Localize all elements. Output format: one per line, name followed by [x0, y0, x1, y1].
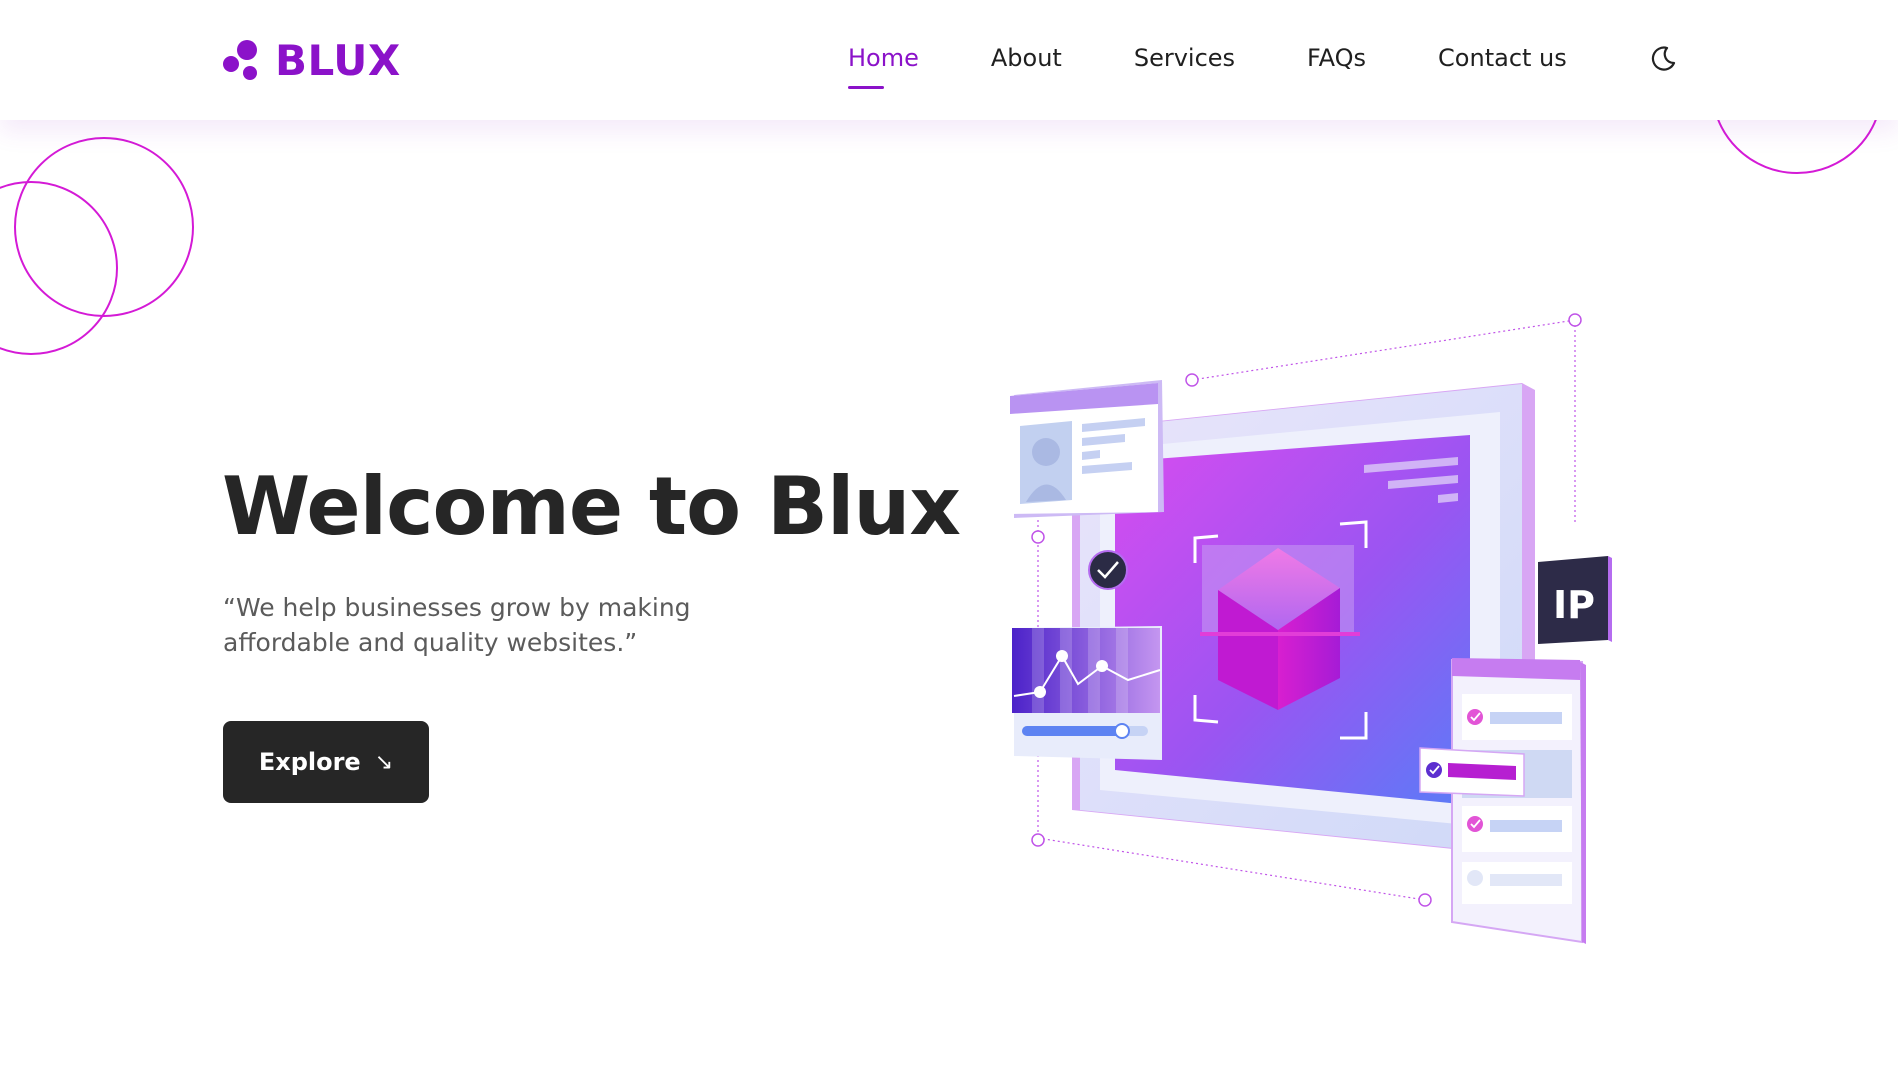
nav-item-faqs[interactable]: FAQs [1307, 44, 1366, 72]
moon-icon [1651, 46, 1676, 71]
checklist-row [1462, 806, 1572, 852]
profile-card-icon [1010, 380, 1164, 518]
arrow-down-right-icon: ↘ [374, 749, 394, 775]
site-header: BLUX Home About Services FAQs Contact us [0, 0, 1898, 120]
chart-card-icon [1012, 626, 1162, 760]
hero-illustration: IP [1010, 313, 1612, 944]
theme-toggle-button[interactable] [1648, 44, 1678, 74]
nav-item-home[interactable]: Home [848, 44, 919, 89]
explore-button[interactable]: Explore ↘ [223, 721, 429, 803]
decor-circle [14, 137, 194, 317]
nav-item-contact[interactable]: Contact us [1438, 44, 1567, 72]
hero-subtitle: “We help businesses grow by making affor… [223, 593, 691, 657]
brand-name: BLUX [275, 36, 401, 85]
check-icon [1088, 550, 1128, 590]
checklist-row [1462, 862, 1572, 904]
decor-circle [0, 181, 118, 355]
main-nav: Home About Services FAQs Contact us [848, 44, 1639, 89]
nav-item-services[interactable]: Services [1134, 44, 1235, 72]
hero-title: Welcome to Blux [222, 460, 961, 553]
brand-logo[interactable]: BLUX [223, 36, 401, 85]
checklist-row [1462, 694, 1572, 740]
ip-badge-label: IP [1553, 583, 1595, 627]
ip-badge: IP [1538, 556, 1612, 644]
nav-item-about[interactable]: About [991, 44, 1062, 72]
checklist-row-highlighted [1419, 747, 1525, 797]
explore-label: Explore [258, 748, 361, 776]
logo-icon [223, 39, 261, 82]
page: BLUX Home About Services FAQs Contact us… [0, 0, 1898, 1080]
